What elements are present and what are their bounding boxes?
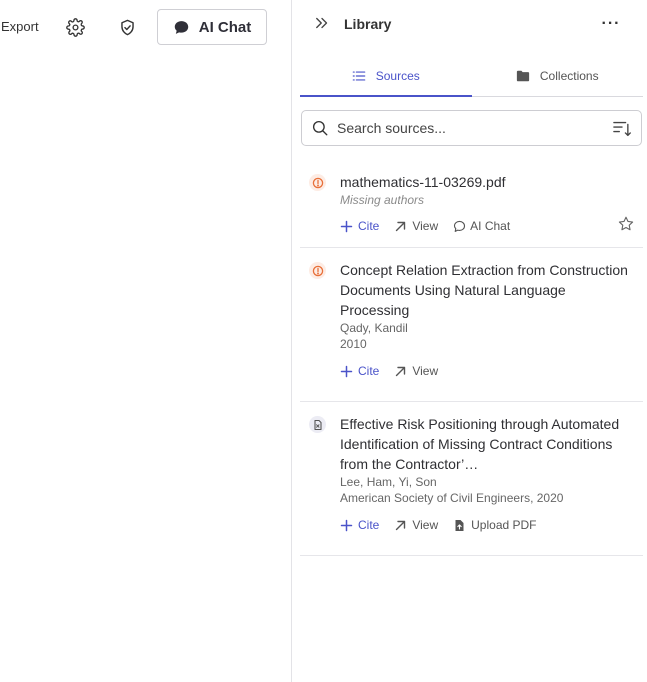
ai-chat-label: AI Chat xyxy=(198,18,252,36)
view-label: View xyxy=(412,219,439,233)
source-title[interactable]: Concept Relation Extraction from Constru… xyxy=(340,260,630,320)
source-title[interactable]: Effective Risk Positioning through Autom… xyxy=(340,414,630,474)
view-label: View xyxy=(412,364,439,378)
upload-pdf-label: Upload PDF xyxy=(471,518,537,532)
library-title: Library xyxy=(344,16,392,32)
source-ai-chat-button[interactable]: AI Chat xyxy=(453,219,510,233)
folder-icon xyxy=(516,70,530,82)
ai-chat-button[interactable]: AI Chat xyxy=(157,9,267,45)
source-authors: Lee, Ham, Yi, Son xyxy=(340,475,437,489)
source-actions: Cite View xyxy=(340,360,643,382)
shield-check-icon[interactable] xyxy=(116,16,138,38)
search-box xyxy=(301,110,642,146)
search-icon xyxy=(312,120,328,136)
arrow-up-right-icon xyxy=(396,221,406,231)
tab-collections[interactable]: Collections xyxy=(472,56,644,96)
library-header: Library ··· xyxy=(292,0,647,48)
source-authors: Qady, Kandil xyxy=(340,321,408,335)
cite-button[interactable]: Cite xyxy=(340,364,379,378)
sort-icon[interactable] xyxy=(612,119,632,137)
plus-icon xyxy=(340,220,353,232)
export-button[interactable]: Export xyxy=(1,19,39,34)
source-authors: Missing authors xyxy=(340,193,425,207)
list-icon xyxy=(352,70,366,81)
source-title[interactable]: mathematics-11-03269.pdf xyxy=(340,172,630,192)
document-icon xyxy=(309,416,326,433)
plus-icon xyxy=(340,365,353,377)
search-input[interactable] xyxy=(337,120,597,136)
warning-icon xyxy=(309,174,326,191)
ai-chat-action-label: AI Chat xyxy=(470,219,511,233)
view-button[interactable]: View xyxy=(394,364,438,378)
settings-icon[interactable] xyxy=(64,16,86,38)
source-item[interactable]: Effective Risk Positioning through Autom… xyxy=(300,402,643,556)
plus-icon xyxy=(340,519,353,531)
tab-collections-label: Collections xyxy=(539,69,599,83)
cite-button[interactable]: Cite xyxy=(340,219,379,233)
tab-sources[interactable]: Sources xyxy=(300,56,472,97)
source-actions: Cite View Upload PDF xyxy=(340,514,643,536)
chat-outline-icon xyxy=(454,220,466,232)
view-label: View xyxy=(412,518,439,532)
cite-label: Cite xyxy=(358,219,380,233)
arrow-up-right-icon xyxy=(396,366,406,376)
source-list: mathematics-11-03269.pdf Missing authors… xyxy=(300,162,643,556)
tab-sources-label: Sources xyxy=(375,68,420,83)
cite-label: Cite xyxy=(358,518,380,532)
cite-label: Cite xyxy=(358,364,380,378)
library-panel: Library ··· Sources Collections Search s… xyxy=(292,0,647,682)
star-icon[interactable] xyxy=(617,215,635,233)
source-publisher: American Society of Civil Engineers, 202… xyxy=(340,491,564,505)
upload-pdf-button[interactable]: Upload PDF xyxy=(453,518,537,532)
source-actions: Cite View AI Chat xyxy=(340,215,643,237)
document-toolbar-area: Export AI Chat xyxy=(0,0,291,682)
source-year: 2010 xyxy=(340,337,367,351)
file-upload-icon xyxy=(455,519,464,531)
source-item[interactable]: mathematics-11-03269.pdf Missing authors… xyxy=(300,162,643,248)
collapse-panel-icon[interactable] xyxy=(313,14,331,32)
view-button[interactable]: View xyxy=(394,518,438,532)
chat-bubble-icon xyxy=(174,20,188,34)
more-options-icon[interactable]: ··· xyxy=(601,14,621,34)
arrow-up-right-icon xyxy=(396,520,406,530)
library-tabs: Sources Collections xyxy=(300,56,643,97)
warning-icon xyxy=(309,262,326,279)
view-button[interactable]: View xyxy=(394,219,438,233)
cite-button[interactable]: Cite xyxy=(340,518,379,532)
source-item[interactable]: Concept Relation Extraction from Constru… xyxy=(300,248,643,402)
